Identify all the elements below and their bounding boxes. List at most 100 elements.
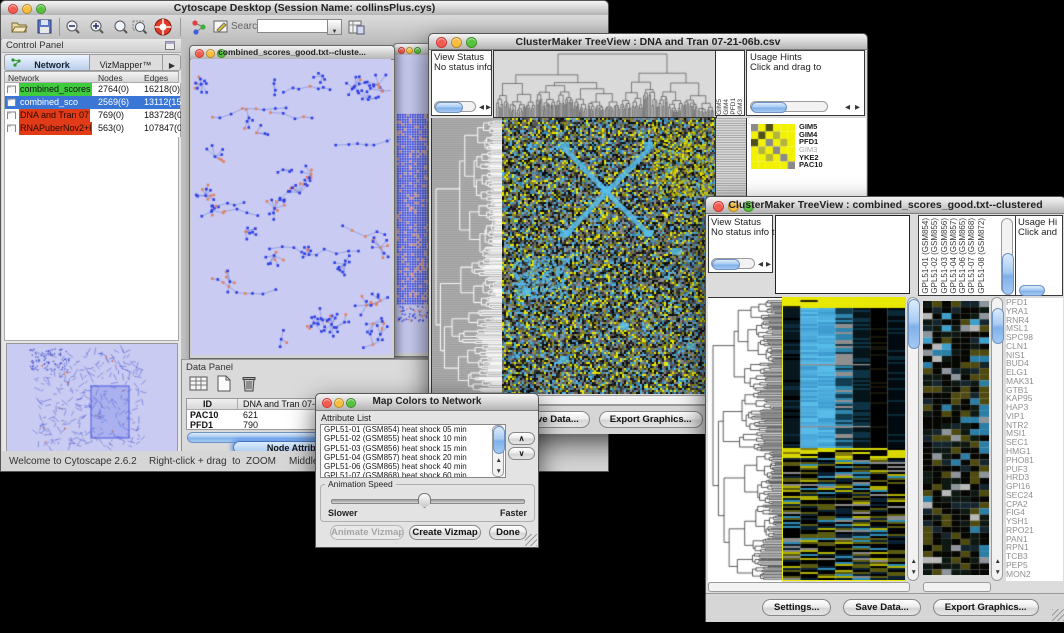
scroll-left-icon[interactable]: ◀ bbox=[479, 104, 484, 111]
treeview-combined-titlebar[interactable]: ClusterMaker TreeView : combined_scores_… bbox=[706, 197, 1064, 214]
gene-label[interactable]: MON2 bbox=[1006, 570, 1063, 579]
column-dendrogram-canvas[interactable] bbox=[493, 50, 717, 118]
tab-network[interactable]: Network bbox=[5, 55, 90, 70]
condition-label: GPL51-01 (GSM854) bbox=[921, 218, 930, 294]
move-up-button[interactable]: ∧ bbox=[508, 432, 535, 445]
network-list-item[interactable]: RNAPuberNov2+l 563(0) 107847(0) bbox=[5, 122, 180, 135]
row-dendrogram-canvas[interactable] bbox=[431, 118, 503, 395]
treeview-button[interactable]: Export Graphics... bbox=[933, 599, 1039, 616]
scroll-right-icon[interactable]: ▶ bbox=[855, 104, 860, 111]
create-vizmap-button[interactable]: Create Vizmap bbox=[409, 525, 481, 540]
scroll-up-icon[interactable]: ▲ bbox=[995, 558, 1001, 565]
status-welcome: Welcome to Cytoscape 2.6.2 bbox=[9, 456, 137, 467]
attribute-browser-icon[interactable] bbox=[348, 19, 365, 35]
scroll-down-icon[interactable]: ▼ bbox=[496, 468, 502, 475]
animation-speed-group: Animation Speed Slower Faster bbox=[320, 484, 535, 522]
control-panel-header: Control Panel bbox=[2, 39, 181, 53]
resize-grip[interactable] bbox=[525, 534, 537, 546]
float-panel-icon[interactable] bbox=[165, 41, 175, 50]
table-icon[interactable] bbox=[188, 375, 210, 393]
treeview-button[interactable]: Export Graphics... bbox=[599, 411, 703, 428]
treeview-dna-titlebar[interactable]: ClusterMaker TreeView : DNA and Tran 07-… bbox=[429, 34, 867, 50]
condition-labels-panel: GPL51-01 (GSM854)GPL51-02 (GSM855)GPL51-… bbox=[918, 215, 1018, 296]
usage-hints-scrollbar[interactable] bbox=[1019, 285, 1045, 296]
scroll-right-icon[interactable]: ▶ bbox=[766, 261, 771, 268]
attribute-listbox[interactable]: GPL51-01 (GSM854) heat shock 05 minGPL51… bbox=[320, 424, 506, 478]
control-panel-title: Control Panel bbox=[6, 40, 64, 51]
new-document-icon[interactable] bbox=[214, 375, 234, 393]
heatmap-vscrollbar[interactable]: ▲ ▼ bbox=[907, 297, 919, 581]
attribute-item[interactable]: GPL51-01 (GSM854) heat shock 05 min bbox=[324, 425, 505, 434]
dialog-titlebar[interactable]: Map Colors to Network bbox=[316, 394, 538, 411]
treeview-button[interactable]: Save Data... bbox=[843, 599, 920, 616]
attribute-item[interactable]: GPL51-02 (GSM855) heat shock 10 min bbox=[324, 434, 505, 443]
scroll-down-icon[interactable]: ▼ bbox=[911, 569, 917, 576]
zoom-selected-icon[interactable] bbox=[132, 19, 148, 35]
condition-label: GPL51-08 (GSM872) bbox=[977, 218, 986, 294]
gene-vscrollbar[interactable]: ▲ ▼ bbox=[991, 297, 1003, 581]
zoom-out-icon[interactable] bbox=[65, 19, 81, 35]
animate-vizmap-button[interactable]: Animate Vizmap bbox=[330, 525, 404, 540]
network-window[interactable]: combined_scores_good.txt--cluste... bbox=[189, 45, 395, 359]
network-file-icon bbox=[7, 85, 16, 93]
condition-label: GPL51-03 (GSM856) bbox=[940, 218, 949, 294]
control-panel-tabs: Network VizMapper™ ▶ bbox=[4, 54, 181, 71]
gene-label[interactable]: PAC10 bbox=[799, 161, 859, 169]
view-status-scrollbar[interactable] bbox=[434, 101, 476, 112]
attribute-list-label: Attribute List bbox=[321, 413, 371, 423]
move-down-button[interactable]: ∨ bbox=[508, 447, 535, 460]
tab-vizmapper[interactable]: VizMapper™ bbox=[89, 55, 162, 70]
help-lifering-icon[interactable] bbox=[154, 18, 172, 36]
network-tab-icon bbox=[11, 58, 21, 67]
save-icon[interactable] bbox=[37, 19, 52, 34]
condition-scrollbar[interactable] bbox=[1001, 218, 1013, 294]
attribute-scrollbar[interactable]: ▲ ▼ bbox=[492, 425, 504, 477]
attribute-item[interactable]: GPL51-06 (GSM865) heat shock 40 min bbox=[324, 462, 505, 471]
zoom-fit-icon[interactable] bbox=[113, 19, 129, 35]
gene-list[interactable]: GIM5GIM4PFD1GIM3YKE2PAC10 bbox=[799, 123, 859, 173]
scroll-up-icon[interactable]: ▲ bbox=[911, 558, 917, 565]
minimize-icon[interactable] bbox=[406, 47, 413, 54]
network-overview-canvas[interactable] bbox=[6, 343, 178, 453]
correlation-hscrollbar[interactable] bbox=[923, 582, 991, 592]
annotation-icon[interactable] bbox=[213, 19, 229, 35]
speed-slider-thumb[interactable] bbox=[418, 493, 431, 508]
animation-speed-label: Animation Speed bbox=[325, 479, 396, 489]
scroll-down-icon[interactable]: ▼ bbox=[995, 569, 1001, 576]
treeview-button[interactable]: Settings... bbox=[762, 599, 831, 616]
gene-list[interactable]: PFD1YRA1RNR4MSL1SPC98CLN1NIS1BUD4ELG1MAK… bbox=[1006, 298, 1063, 581]
scroll-left-icon[interactable]: ◀ bbox=[758, 261, 763, 268]
usage-hints-scrollbar[interactable] bbox=[750, 101, 828, 112]
row-dendrogram-canvas[interactable] bbox=[708, 297, 782, 582]
attribute-item[interactable]: GPL51-07 (GSM868) heat shock 60 min bbox=[324, 471, 505, 478]
search-input[interactable] bbox=[257, 19, 329, 33]
heatmap-canvas[interactable] bbox=[782, 297, 906, 581]
network-manager-icon[interactable] bbox=[191, 19, 207, 35]
network-list-item[interactable]: combined_sco 2569(6) 13112(15) bbox=[5, 96, 180, 109]
heatmap-canvas[interactable] bbox=[502, 118, 715, 394]
zoom-icon[interactable] bbox=[414, 47, 421, 54]
open-icon[interactable] bbox=[11, 19, 28, 34]
trash-icon[interactable] bbox=[240, 375, 258, 393]
zoom-in-icon[interactable] bbox=[89, 19, 105, 35]
heatmap-hscrollbar[interactable] bbox=[708, 582, 910, 592]
column-dendrogram-area[interactable] bbox=[775, 215, 910, 294]
view-status-scrollbar[interactable] bbox=[711, 258, 755, 269]
cytoscape-titlebar[interactable]: Cytoscape Desktop (Session Name: collins… bbox=[1, 1, 608, 16]
network-list-item[interactable]: DNA and Tran 07 769(0) 183728(0) bbox=[5, 109, 180, 122]
scroll-up-icon[interactable]: ▲ bbox=[496, 457, 502, 464]
done-button[interactable]: Done bbox=[489, 525, 527, 540]
faster-label: Faster bbox=[500, 508, 527, 518]
attribute-item[interactable]: GPL51-04 (GSM857) heat shock 20 min bbox=[324, 453, 505, 462]
network-list-item[interactable]: combined_scores 2764(0) 16218(0) bbox=[5, 83, 180, 96]
tabs-overflow-button[interactable]: ▶ bbox=[162, 55, 181, 70]
close-icon[interactable] bbox=[398, 47, 405, 54]
scroll-left-icon[interactable]: ◀ bbox=[845, 104, 850, 111]
correlation-heatmap-canvas[interactable] bbox=[923, 301, 989, 575]
network-view-canvas[interactable] bbox=[191, 59, 391, 355]
scroll-right-icon[interactable]: ▶ bbox=[486, 104, 491, 111]
mini-heatmap-canvas[interactable] bbox=[751, 124, 795, 169]
attribute-item[interactable]: GPL51-03 (GSM856) heat shock 15 min bbox=[324, 444, 505, 453]
resize-grip[interactable] bbox=[1052, 609, 1064, 621]
search-dropdown-button[interactable]: ▼ bbox=[327, 19, 342, 35]
